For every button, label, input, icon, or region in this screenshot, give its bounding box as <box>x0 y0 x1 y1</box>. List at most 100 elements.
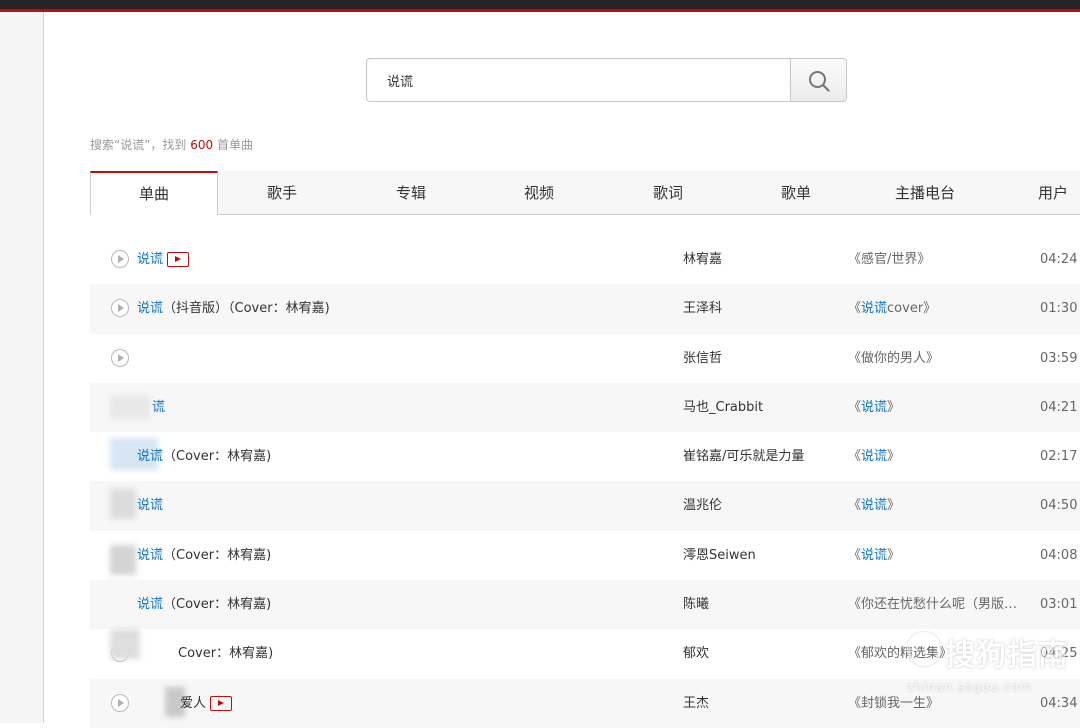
album-pre: 《 <box>848 449 862 465</box>
left-gutter <box>0 12 44 723</box>
song-artist[interactable]: 郁欢 <box>683 629 709 678</box>
song-album[interactable]: 《说谎》 <box>848 481 1028 530</box>
song-row: 张信哲 《做你的男人》 03:59 <box>90 334 1080 383</box>
song-duration: 01:30 <box>1040 301 1078 317</box>
song-title[interactable]: 说谎（Cover：林宥嘉) <box>137 580 271 629</box>
song-artist[interactable]: 王泽科 <box>683 284 722 333</box>
tab-songs[interactable]: 单曲 <box>90 171 218 215</box>
tab-users[interactable]: 用户 <box>989 171 1080 214</box>
summary-prefix: 搜索“说谎”，找到 <box>90 138 191 152</box>
song-album[interactable]: 《说谎》 <box>848 383 1028 432</box>
blurred-region <box>110 394 150 419</box>
song-duration: 04:50 <box>1040 498 1078 514</box>
song-duration: 04:25 <box>1040 646 1078 662</box>
album-pre: 《郁欢的精选集》 <box>848 646 953 662</box>
song-title[interactable]: 谎 <box>152 383 165 432</box>
album-pre: 《做你的男人》 <box>848 350 940 366</box>
song-album[interactable]: 《封锁我一生》 <box>848 679 1028 728</box>
song-row: Cover：林宥嘉) 郁欢 《郁欢的精选集》 04:25 <box>90 629 1080 678</box>
song-row: 谎 马也_Crabbit 《说谎》 04:21 <box>90 382 1080 433</box>
album-pre: 《你还在忧愁什么呢（男版… <box>848 597 1018 613</box>
blurred-region <box>110 544 136 575</box>
search-type-tabs: 单曲 歌手 专辑 视频 歌词 歌单 主播电台 用户 <box>90 171 1080 215</box>
song-artist[interactable]: 马也_Crabbit <box>683 383 763 432</box>
album-highlight: 说谎 <box>861 301 888 317</box>
play-icon[interactable] <box>111 250 129 268</box>
album-pre: 《 <box>848 399 862 415</box>
song-artist[interactable]: 王杰 <box>683 679 709 728</box>
song-row: 爱人 王杰 《封锁我一生》 04:34 <box>90 678 1080 728</box>
play-icon[interactable] <box>111 693 129 712</box>
play-icon[interactable] <box>111 348 129 367</box>
song-duration: 04:24 <box>1040 252 1078 267</box>
song-album[interactable]: 《说谎》 <box>848 531 1028 580</box>
song-title[interactable]: 说谎（Cover：林宥嘉) <box>137 432 271 481</box>
song-duration: 04:34 <box>1040 695 1078 711</box>
song-title[interactable]: 说谎（抖音版）（Cover：林宥嘉) <box>137 284 330 333</box>
album-post: 》 <box>887 399 901 415</box>
album-post: 》 <box>887 547 901 563</box>
song-title[interactable]: Cover：林宥嘉) <box>178 629 273 678</box>
song-title-highlight: 说谎 <box>137 597 164 613</box>
song-row: 说谎（Cover：林宥嘉) 澪恩Seiwen 《说谎》 04:08 <box>90 531 1080 580</box>
song-album[interactable]: 《说谎cover》 <box>848 284 1028 333</box>
result-count: 600 <box>190 138 214 152</box>
album-highlight: 说谎 <box>861 547 888 563</box>
song-title-rest: （抖音版）（Cover：林宥嘉) <box>163 301 330 317</box>
search-button[interactable] <box>790 58 847 102</box>
song-album[interactable]: 《郁欢的精选集》 <box>848 629 1028 678</box>
song-title-highlight: 说谎 <box>137 252 164 267</box>
album-pre: 《 <box>848 547 862 563</box>
song-artist[interactable]: 林宥嘉 <box>683 235 722 284</box>
album-post: 》 <box>887 449 901 465</box>
blurred-region <box>110 629 140 660</box>
song-row: 说谎 温兆伦 《说谎》 04:50 <box>90 481 1080 531</box>
tab-radio[interactable]: 主播电台 <box>861 171 989 214</box>
song-title-rest: Cover：林宥嘉) <box>178 646 274 662</box>
song-title[interactable]: 说谎 <box>137 235 190 284</box>
song-row: 说谎（Cover：林宥嘉) 陈曦 《你还在忧愁什么呢（男版… 03:01 <box>90 580 1080 630</box>
song-title-highlight: 谎 <box>152 399 166 415</box>
song-album[interactable]: 《做你的男人》 <box>848 334 1028 383</box>
song-title-rest: （Cover：林宥嘉) <box>163 597 272 613</box>
album-highlight: 说谎 <box>861 498 888 514</box>
song-artist[interactable]: 崔铭嘉/可乐就是力量 <box>683 432 804 481</box>
song-artist[interactable]: 陈曦 <box>683 580 709 629</box>
song-title[interactable]: 爱人 <box>180 679 233 728</box>
song-list: 说谎 林宥嘉 《感官/世界》 04:24 说谎（抖音版）（Cover：林宥嘉) … <box>90 235 1080 728</box>
song-title[interactable]: 说谎（Cover：林宥嘉) <box>137 531 271 580</box>
song-title-rest: （Cover：林宥嘉) <box>163 449 272 465</box>
song-title-rest: （Cover：林宥嘉) <box>163 547 272 563</box>
album-post: 》 <box>887 498 901 514</box>
song-album[interactable]: 《感官/世界》 <box>848 235 1028 284</box>
mv-icon[interactable] <box>167 252 190 267</box>
song-album[interactable]: 《你还在忧愁什么呢（男版… <box>848 580 1028 629</box>
mv-icon[interactable] <box>210 695 233 711</box>
tab-playlists[interactable]: 歌单 <box>732 171 860 214</box>
blurred-region <box>110 489 136 520</box>
summary-suffix: 首单曲 <box>213 138 253 152</box>
album-pre: 《 <box>848 301 862 317</box>
song-title[interactable]: 说谎 <box>137 481 163 530</box>
album-highlight: 说谎 <box>861 449 888 465</box>
song-row: 说谎 林宥嘉 《感官/世界》 04:24 <box>90 235 1080 284</box>
tab-videos[interactable]: 视频 <box>475 171 603 214</box>
song-album[interactable]: 《说谎》 <box>848 432 1028 481</box>
song-title-highlight: 说谎 <box>137 301 164 317</box>
album-pre: 《封锁我一生》 <box>848 695 940 711</box>
play-icon[interactable] <box>111 299 129 318</box>
search-input[interactable] <box>387 59 777 101</box>
tab-lyrics[interactable]: 歌词 <box>604 171 732 214</box>
song-title-rest: 爱人 <box>180 695 207 711</box>
song-duration: 04:08 <box>1040 547 1078 563</box>
tab-artists[interactable]: 歌手 <box>218 171 346 214</box>
song-row: 说谎（抖音版）（Cover：林宥嘉) 王泽科 《说谎cover》 01:30 <box>90 284 1080 334</box>
song-duration: 04:21 <box>1040 399 1078 415</box>
song-artist[interactable]: 澪恩Seiwen <box>683 531 756 580</box>
album-pre: 《感官/世界》 <box>848 252 931 267</box>
song-artist[interactable]: 张信哲 <box>683 334 722 383</box>
search-box[interactable] <box>366 58 790 102</box>
song-artist[interactable]: 温兆伦 <box>683 481 722 530</box>
search-icon <box>809 71 830 92</box>
tab-albums[interactable]: 专辑 <box>347 171 475 214</box>
